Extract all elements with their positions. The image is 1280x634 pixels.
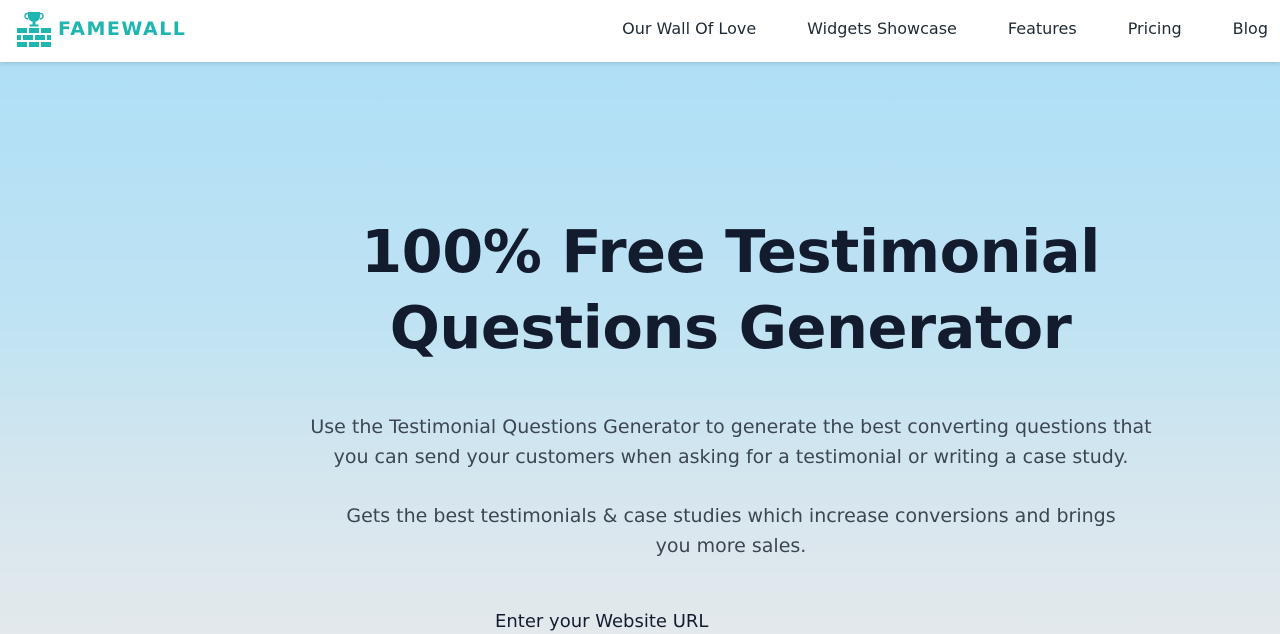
famewall-logo-link[interactable]: FAMEWALL xyxy=(16,9,186,49)
logo-wordmark: FAMEWALL xyxy=(58,18,187,40)
website-url-label: Enter your Website URL xyxy=(495,611,709,632)
page-title-line-2: Questions Generator xyxy=(389,293,1072,362)
page-title-line-1: 100% Free Testimonial xyxy=(361,217,1100,286)
hero-section: 100% Free Testimonial Questions Generato… xyxy=(0,62,1280,634)
famewall-logo-icon xyxy=(17,12,51,47)
hero-description-secondary: Gets the best testimonials & case studie… xyxy=(346,505,1116,557)
page-title: 100% Free Testimonial Questions Generato… xyxy=(0,214,1280,366)
main-nav: Our Wall Of Love Widgets Showcase Featur… xyxy=(571,0,1280,56)
nav-link-pricing[interactable]: Pricing xyxy=(1128,19,1182,38)
nav-link-blog[interactable]: Blog xyxy=(1233,19,1268,38)
top-navbar: FAMEWALL Our Wall Of Love Widgets Showca… xyxy=(0,0,1280,62)
nav-link-wall-of-love[interactable]: Our Wall Of Love xyxy=(622,19,756,38)
nav-link-widgets-showcase[interactable]: Widgets Showcase xyxy=(807,19,957,38)
nav-link-features[interactable]: Features xyxy=(1008,19,1077,38)
hero-description-primary: Use the Testimonial Questions Generator … xyxy=(310,416,1152,468)
